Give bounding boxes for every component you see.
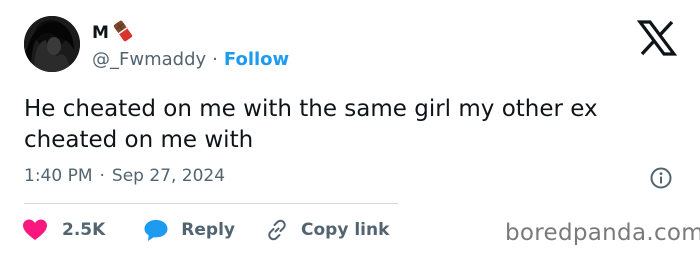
x-logo-icon[interactable] (636, 20, 678, 56)
tweet-actions: 2.5K Reply Copy link (22, 215, 389, 245)
tweet-card: M @_Fwmaddy · Follow He cheated on me wi (0, 0, 700, 256)
chocolate-bar-emoji-icon (112, 20, 134, 46)
handle-separator: · (212, 49, 218, 70)
author-name-row[interactable]: M (92, 20, 134, 46)
avatar[interactable] (24, 16, 80, 72)
tweet-text: He cheated on me with the same girl my o… (24, 96, 598, 153)
watermark: boredpanda.com (505, 220, 700, 246)
tweet-time: 1:40 PM (24, 166, 93, 186)
reply-button[interactable]: Reply (143, 218, 235, 242)
divider (24, 203, 398, 204)
heart-icon (22, 218, 48, 242)
speech-bubble-icon (143, 218, 169, 242)
like-button[interactable]: 2.5K (22, 218, 105, 242)
reply-label: Reply (181, 220, 235, 240)
avatar-photo (24, 16, 80, 72)
follow-button[interactable]: Follow (224, 49, 289, 70)
info-icon[interactable] (649, 166, 673, 190)
author-handle-row: @_Fwmaddy · Follow (92, 49, 289, 70)
like-count: 2.5K (62, 220, 106, 240)
tweet-date: Sep 27, 2024 (111, 166, 226, 186)
author-handle[interactable]: @_Fwmaddy (92, 49, 206, 70)
copy-link-label: Copy link (301, 220, 390, 240)
tweet-timestamp[interactable]: 1:40 PM · Sep 27, 2024 (24, 166, 225, 186)
display-name[interactable]: M (92, 23, 109, 43)
link-icon (265, 218, 289, 242)
timestamp-separator: · (99, 166, 105, 186)
copy-link-button[interactable]: Copy link (265, 218, 389, 242)
